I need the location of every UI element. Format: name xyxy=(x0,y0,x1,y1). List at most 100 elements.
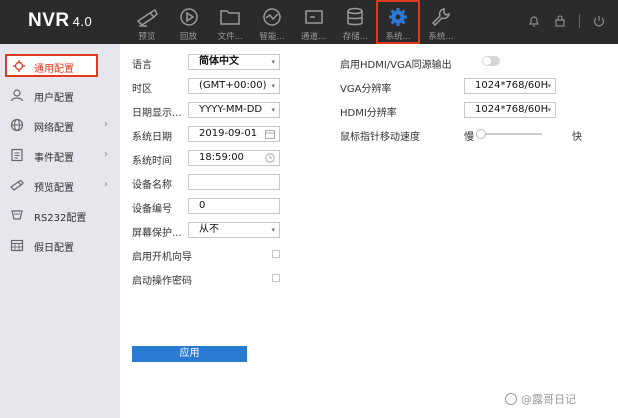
language-label: 语言 xyxy=(132,60,152,71)
sidebar-item-label: 事件配置 xyxy=(34,153,74,164)
toolbar-divider xyxy=(579,14,580,28)
nav-label: 预览 xyxy=(138,32,156,42)
folder-icon xyxy=(220,10,240,25)
nav-label: 智能... xyxy=(259,32,285,42)
chevron-down-icon: ▾ xyxy=(547,82,551,90)
vga-resolution-label: VGA分辨率 xyxy=(340,84,392,95)
sidebar-item-label: 用户配置 xyxy=(34,93,74,104)
globe-icon xyxy=(10,118,24,132)
device-name-input[interactable] xyxy=(188,174,280,190)
sidebar-item-holiday[interactable]: 假日配置 xyxy=(0,230,120,260)
language-value: 简体中文 xyxy=(199,56,239,67)
nav-label: 回放 xyxy=(180,32,198,42)
date-format-value: YYYY-MM-DD xyxy=(199,104,263,115)
nav-label: 通道... xyxy=(301,32,327,42)
play-icon xyxy=(179,8,198,26)
nvr-logo: NVR 4.0 xyxy=(28,10,92,32)
nav-label: 存储... xyxy=(342,32,368,42)
nav-system-maint[interactable]: 系统... xyxy=(420,0,462,44)
mouse-speed-fast-label: 快 xyxy=(572,132,582,143)
timezone-select[interactable]: (GMT+00:00) ▾ xyxy=(188,78,280,94)
nav-playback[interactable]: 回放 xyxy=(168,0,210,44)
sidebar-item-preview[interactable]: 预览配置 › xyxy=(0,170,120,200)
sidebar-item-event[interactable]: 事件配置 › xyxy=(0,140,120,170)
vga-resolution-value: 1024*768/60H xyxy=(475,80,549,91)
nav-label: 系统... xyxy=(428,32,454,42)
camera-icon xyxy=(10,179,24,191)
watermark-text: @露哥日记 xyxy=(521,393,576,406)
hdmi-vga-sync-label: 启用HDMI/VGA同源输出 xyxy=(340,60,452,71)
slider-handle[interactable] xyxy=(476,129,486,139)
toggle-knob xyxy=(483,57,491,65)
chevron-right-icon: › xyxy=(104,119,108,130)
chevron-down-icon: ▾ xyxy=(547,106,551,114)
top-bar: NVR 4.0 预览 回放 文件... 智能... 通道... 存储... 系统… xyxy=(0,0,618,44)
timezone-value: (GMT+00:00) xyxy=(199,80,267,91)
chevron-down-icon: ▾ xyxy=(271,106,275,114)
screensaver-value: 从不 xyxy=(199,224,219,235)
lock-icon[interactable] xyxy=(553,14,567,28)
date-format-select[interactable]: YYYY-MM-DD ▾ xyxy=(188,102,280,118)
hdmi-resolution-value: 1024*768/60H xyxy=(475,104,549,115)
hdmi-vga-sync-toggle[interactable] xyxy=(482,56,500,66)
top-right-tools xyxy=(527,14,606,28)
date-format-label: 日期显示... xyxy=(132,108,182,119)
channel-icon xyxy=(304,10,323,24)
device-name-label: 设备名称 xyxy=(132,180,172,191)
event-icon xyxy=(11,148,23,162)
sidebar-item-label: 通用配置 xyxy=(34,64,74,75)
power-icon[interactable] xyxy=(592,14,606,28)
analytics-icon xyxy=(263,8,281,26)
system-time-input[interactable]: 18:59:00 xyxy=(188,150,280,166)
vga-resolution-select[interactable]: 1024*768/60H ▾ xyxy=(464,78,556,94)
system-date-input[interactable]: 2019-09-01 xyxy=(188,126,280,142)
apply-button[interactable]: 应用 xyxy=(132,346,247,362)
calendar-icon xyxy=(10,239,24,252)
sidebar: 通用配置 用户配置 网络配置 › 事件配置 › 预览配置 › RS232配置 假… xyxy=(0,44,120,418)
sidebar-item-user[interactable]: 用户配置 xyxy=(0,80,120,110)
clock-icon[interactable] xyxy=(265,153,275,163)
startup-wizard-checkbox[interactable] xyxy=(272,250,280,258)
nav-label: 文件... xyxy=(217,32,243,42)
sidebar-item-rs232[interactable]: RS232配置 xyxy=(0,200,120,230)
nav-preview[interactable]: 预览 xyxy=(126,0,168,44)
sidebar-item-label: RS232配置 xyxy=(34,213,87,224)
system-time-label: 系统时间 xyxy=(132,156,172,167)
storage-icon xyxy=(347,7,364,26)
chevron-down-icon: ▾ xyxy=(271,226,275,234)
nav-files[interactable]: 文件... xyxy=(209,0,251,44)
startup-password-label: 启动操作密码 xyxy=(132,276,192,287)
user-icon xyxy=(10,89,24,102)
chevron-right-icon: › xyxy=(104,179,108,190)
startup-wizard-label: 启用开机向导 xyxy=(132,252,192,263)
device-no-input[interactable]: 0 xyxy=(188,198,280,214)
nav-system-config[interactable]: 系统... xyxy=(376,0,421,44)
main-nav: 预览 回放 文件... 智能... 通道... 存储... 系统... 系统..… xyxy=(126,0,462,44)
watermark-icon xyxy=(505,393,517,405)
language-select[interactable]: 简体中文 ▾ xyxy=(188,54,280,70)
sidebar-item-label: 网络配置 xyxy=(34,123,74,134)
system-date-label: 系统日期 xyxy=(132,132,172,143)
hdmi-resolution-select[interactable]: 1024*768/60H ▾ xyxy=(464,102,556,118)
nav-label: 系统... xyxy=(385,32,411,42)
startup-password-checkbox[interactable] xyxy=(272,274,280,282)
chevron-down-icon: ▾ xyxy=(271,58,275,66)
screensaver-select[interactable]: 从不 ▾ xyxy=(188,222,280,238)
mouse-speed-label: 鼠标指针移动速度 xyxy=(340,132,420,143)
logo-version: 4.0 xyxy=(72,14,93,29)
nav-smart[interactable]: 智能... xyxy=(251,0,293,44)
gear-icon xyxy=(13,60,25,72)
sidebar-item-label: 假日配置 xyxy=(34,243,74,254)
system-date-value: 2019-09-01 xyxy=(199,128,258,139)
sidebar-item-general[interactable]: 通用配置 xyxy=(0,50,120,80)
hdmi-resolution-label: HDMI分辨率 xyxy=(340,108,397,119)
logo-text: NVR xyxy=(28,10,70,31)
nav-storage[interactable]: 存储... xyxy=(334,0,376,44)
sidebar-item-network[interactable]: 网络配置 › xyxy=(0,110,120,140)
gear-icon xyxy=(389,8,408,26)
bell-icon[interactable] xyxy=(527,14,541,28)
port-icon xyxy=(11,210,23,220)
calendar-icon[interactable] xyxy=(265,129,275,139)
mouse-speed-slider[interactable] xyxy=(476,129,542,139)
nav-channel[interactable]: 通道... xyxy=(293,0,335,44)
